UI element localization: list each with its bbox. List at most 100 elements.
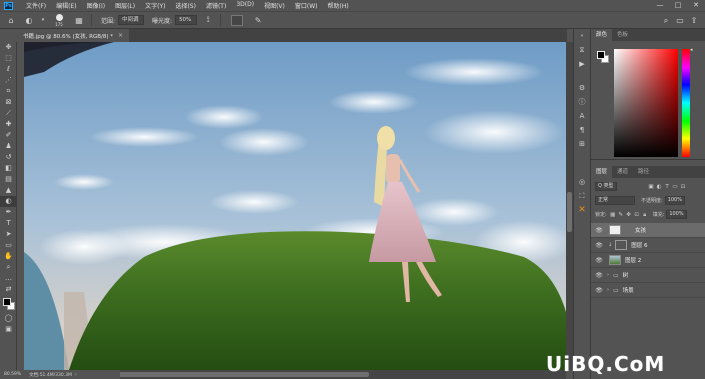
tab-color[interactable]: 颜色 bbox=[591, 29, 613, 41]
opacity-input[interactable]: 100% bbox=[664, 196, 685, 205]
clone-stamp-tool-icon[interactable]: ♟ bbox=[0, 141, 17, 152]
menu-file[interactable]: 文件(F) bbox=[21, 1, 51, 10]
close-button[interactable]: ✕ bbox=[687, 0, 705, 11]
chevron-down-icon[interactable]: ▾ bbox=[40, 14, 46, 26]
zoom-tool-icon[interactable]: ⌕ bbox=[0, 262, 17, 273]
path-select-tool-icon[interactable]: ➤ bbox=[0, 229, 17, 240]
vertical-scrollbar[interactable] bbox=[566, 42, 573, 370]
chevron-right-icon[interactable]: › bbox=[75, 372, 77, 378]
menu-help[interactable]: 帮助(H) bbox=[323, 1, 354, 10]
foreground-color-chip[interactable] bbox=[597, 51, 605, 59]
actions-panel-icon[interactable]: ▶ bbox=[574, 57, 590, 71]
home-icon[interactable]: ⌂ bbox=[4, 14, 18, 26]
layer-group-row[interactable]: 👁︎ › ▭ 场景 bbox=[591, 283, 705, 298]
exposure-input[interactable]: 50% bbox=[175, 15, 198, 25]
menu-select[interactable]: 选择(S) bbox=[170, 1, 201, 10]
visibility-eye-icon[interactable]: 👁︎ bbox=[594, 257, 604, 264]
menu-view[interactable]: 视图(V) bbox=[259, 1, 290, 10]
menu-filter[interactable]: 滤镜(T) bbox=[201, 1, 231, 10]
quick-mask-icon[interactable]: ◯ bbox=[0, 313, 17, 324]
color-swatches[interactable] bbox=[0, 295, 17, 313]
tab-channels[interactable]: 通道 bbox=[612, 166, 633, 178]
menu-layer[interactable]: 图层(L) bbox=[110, 1, 140, 10]
fill-input[interactable]: 100% bbox=[666, 210, 687, 219]
history-brush-tool-icon[interactable]: ↺ bbox=[0, 152, 17, 163]
document-canvas[interactable] bbox=[24, 42, 566, 370]
lock-pixels-icon[interactable]: ✎ bbox=[617, 211, 625, 219]
pressure-icon[interactable]: ✎ bbox=[251, 14, 265, 26]
tools-presets-icon[interactable]: ✕ bbox=[574, 203, 590, 217]
menu-3d[interactable]: 3D(D) bbox=[231, 1, 259, 10]
layer-group-row[interactable]: 👁︎ › ▭ 树 bbox=[591, 268, 705, 283]
workspace-icon[interactable]: ▭ bbox=[673, 14, 687, 28]
edit-toolbar-icon[interactable]: ⇄ bbox=[0, 284, 17, 295]
share-icon[interactable]: ⇪ bbox=[687, 14, 701, 28]
healing-brush-tool-icon[interactable]: ✚ bbox=[0, 119, 17, 130]
paragraph-panel-icon[interactable]: ¶ bbox=[574, 123, 590, 137]
visibility-eye-icon[interactable]: 👁︎ bbox=[594, 227, 604, 234]
menu-window[interactable]: 窗口(W) bbox=[290, 1, 323, 10]
chevron-right-icon[interactable]: › bbox=[607, 272, 609, 278]
brush-size-picker[interactable]: 175 bbox=[50, 13, 68, 27]
lock-all-icon[interactable]: 🔒︎ bbox=[641, 211, 649, 219]
minimize-button[interactable]: — bbox=[651, 0, 669, 11]
lock-transparent-icon[interactable]: ▦ bbox=[609, 211, 617, 219]
character-panel-icon[interactable]: A bbox=[574, 109, 590, 123]
filter-adjust-icon[interactable]: ◐ bbox=[655, 183, 663, 191]
protect-tones-checkbox[interactable] bbox=[231, 14, 244, 26]
color-picker-field[interactable] bbox=[614, 49, 678, 157]
menu-edit[interactable]: 编辑(E) bbox=[51, 1, 81, 10]
crop-tool-icon[interactable]: ⌗ bbox=[0, 86, 17, 97]
marquee-tool-icon[interactable]: ⬚ bbox=[0, 53, 17, 64]
blur-tool-icon[interactable]: ▲ bbox=[0, 185, 17, 196]
brush-tool-icon[interactable]: ✐ bbox=[0, 130, 17, 141]
close-tab-icon[interactable]: × bbox=[118, 32, 123, 39]
history-panel-icon[interactable]: ⧖ bbox=[574, 43, 590, 57]
filter-smart-icon[interactable]: ⊡ bbox=[679, 183, 687, 191]
tab-paths[interactable]: 路径 bbox=[633, 166, 654, 178]
dodge-tool-preset-icon[interactable]: ◐ bbox=[22, 14, 36, 26]
brush-settings-icon[interactable]: ▦ bbox=[72, 14, 86, 26]
filter-shape-icon[interactable]: ▭ bbox=[671, 183, 679, 191]
hue-slider[interactable] bbox=[682, 49, 690, 157]
shape-tool-icon[interactable]: ▭ bbox=[0, 240, 17, 251]
screen-mode-icon[interactable]: ▣ bbox=[0, 324, 17, 335]
blend-mode-select[interactable]: 正常 bbox=[595, 196, 635, 205]
zoom-level[interactable]: 80.59% bbox=[4, 372, 21, 377]
filter-type-icon[interactable]: T bbox=[663, 183, 671, 191]
lock-position-icon[interactable]: ✥ bbox=[625, 211, 633, 219]
visibility-eye-icon[interactable]: 👁︎ bbox=[594, 242, 604, 249]
visibility-eye-icon[interactable]: 👁︎ bbox=[594, 272, 604, 279]
foreground-color-swatch[interactable] bbox=[3, 298, 11, 306]
properties-panel-icon[interactable]: ⚙ bbox=[574, 81, 590, 95]
tab-swatches[interactable]: 色板 bbox=[612, 29, 633, 41]
quick-select-tool-icon[interactable]: ⋰ bbox=[0, 75, 17, 86]
layer-row[interactable]: 👁︎ ↓ 图层 6 bbox=[591, 238, 705, 253]
menu-image[interactable]: 图像(I) bbox=[82, 1, 110, 10]
type-tool-icon[interactable]: T bbox=[0, 218, 17, 229]
gradient-tool-icon[interactable]: ▤ bbox=[0, 174, 17, 185]
chevron-right-icon[interactable]: › bbox=[607, 287, 609, 293]
info-panel-icon[interactable]: ⓘ bbox=[574, 95, 590, 109]
document-tab[interactable]: 书籍.jpg @ 80.6% (女孩, RGB/8) * × bbox=[17, 29, 130, 42]
horizontal-scroll-thumb[interactable] bbox=[119, 372, 369, 377]
pen-tool-icon[interactable]: ✒ bbox=[0, 207, 17, 218]
visibility-eye-icon[interactable]: 👁︎ bbox=[594, 287, 604, 294]
filter-pixel-icon[interactable]: ▣ bbox=[647, 183, 655, 191]
lock-artboard-icon[interactable]: ⊡ bbox=[633, 211, 641, 219]
search-icon[interactable]: ⌕ bbox=[659, 14, 673, 28]
glyphs-panel-icon[interactable]: ⊞ bbox=[574, 137, 590, 151]
layer-row[interactable]: 👁︎ 图层 2 bbox=[591, 253, 705, 268]
frame-tool-icon[interactable]: ⊠ bbox=[0, 97, 17, 108]
layer-row[interactable]: 👁︎ 女孩 bbox=[591, 223, 705, 238]
range-select[interactable]: 中间调 bbox=[118, 15, 145, 25]
clone-source-panel-icon[interactable]: ⛶ bbox=[574, 189, 590, 203]
brush-settings-panel-icon[interactable]: ◎ bbox=[574, 175, 590, 189]
maximize-button[interactable]: □ bbox=[669, 0, 687, 11]
dodge-tool-icon[interactable]: ◐ bbox=[0, 196, 17, 207]
eyedropper-tool-icon[interactable]: ⟋ bbox=[0, 108, 17, 119]
menu-type[interactable]: 文字(Y) bbox=[140, 1, 170, 10]
hand-tool-icon[interactable]: ✋ bbox=[0, 251, 17, 262]
tab-layers[interactable]: 图层 bbox=[591, 166, 613, 178]
collapse-panels-icon[interactable]: « bbox=[574, 29, 590, 43]
